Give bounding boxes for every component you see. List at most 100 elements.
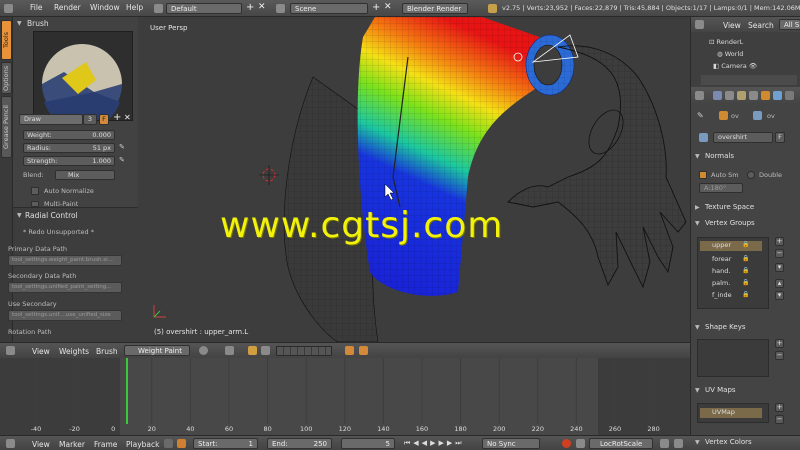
- vertex-groups-collapse-icon[interactable]: ▼: [695, 220, 700, 227]
- lock-icon[interactable]: 🔒: [742, 279, 749, 286]
- editor-type-icon[interactable]: [6, 346, 15, 355]
- normals-collapse-icon[interactable]: ▼: [695, 153, 700, 160]
- scene-context-icon[interactable]: [737, 91, 746, 100]
- double-sided-checkbox[interactable]: [747, 171, 755, 179]
- modifier-context-icon[interactable]: [773, 91, 782, 100]
- outliner-view-menu[interactable]: View: [723, 21, 741, 30]
- timeline-editor[interactable]: -40 -20 0 20 40 60 80 100 120 140 160 180 200 220 240 2…: [0, 358, 690, 435]
- close-scene-icon[interactable]: ✕: [384, 2, 392, 12]
- uv-maps-collapse-icon[interactable]: ▼: [695, 387, 700, 394]
- menu-playback[interactable]: Playback: [126, 440, 159, 449]
- vertex-group-upper[interactable]: upper: [700, 241, 762, 251]
- add-brush-icon[interactable]: +: [113, 112, 121, 123]
- 3d-viewport[interactable]: User Persp (5) overshirt: upper_arm.L: [138, 17, 690, 342]
- secondary-path-field[interactable]: tool_settings.unified_paint_setting...: [8, 282, 122, 293]
- move-up-button[interactable]: ▴: [775, 279, 784, 288]
- menu-weights[interactable]: Weights: [59, 347, 89, 356]
- close-layout-icon[interactable]: ✕: [258, 2, 266, 12]
- scene-dropdown[interactable]: Scene: [290, 3, 368, 14]
- outliner-filter-dropdown[interactable]: All S: [779, 19, 800, 30]
- uv-maps-list[interactable]: UVMap: [697, 403, 769, 423]
- radius-pressure-icon[interactable]: ✎: [119, 143, 125, 151]
- brush-users-count[interactable]: 3: [83, 114, 97, 125]
- outliner-editor-icon[interactable]: [695, 20, 704, 29]
- layers-grid[interactable]: [276, 346, 332, 356]
- vertex-colors-collapse-icon[interactable]: ▼: [695, 439, 700, 446]
- menu-timeline-view[interactable]: View: [32, 440, 50, 449]
- keyframe-type-icon[interactable]: [576, 439, 585, 448]
- current-frame-field[interactable]: 5: [341, 438, 395, 449]
- brush-fake-user-button[interactable]: F: [99, 114, 109, 125]
- tab-options[interactable]: Options: [1, 62, 12, 94]
- tab-tools[interactable]: Tools: [1, 20, 12, 60]
- outliner-item-renderlayers[interactable]: ⊡ RenderL: [709, 38, 743, 46]
- auto-key-icon[interactable]: [562, 439, 571, 448]
- blend-dropdown[interactable]: Mix: [55, 170, 115, 180]
- use-secondary-field[interactable]: tool_settings.unif....use_unified_size: [8, 310, 122, 321]
- playback-controls[interactable]: ⏮◀◀▶▶▶⏭: [404, 439, 465, 448]
- pivot-icon[interactable]: [199, 346, 208, 355]
- shading-icon[interactable]: [225, 346, 234, 355]
- outliner-search-menu[interactable]: Search: [748, 21, 774, 30]
- render-context-icon[interactable]: [713, 91, 722, 100]
- add-scene-icon[interactable]: +: [372, 2, 380, 13]
- menu-marker[interactable]: Marker: [59, 440, 85, 449]
- range-lock-icon[interactable]: [164, 439, 173, 448]
- delete-keyframe-icon[interactable]: [674, 439, 683, 448]
- sync-dropdown[interactable]: No Sync: [482, 438, 540, 449]
- lock-icon[interactable]: 🔒: [742, 267, 749, 274]
- radial-collapse-icon[interactable]: ▼: [17, 212, 22, 219]
- add-uv-map-button[interactable]: +: [775, 403, 784, 412]
- vertex-group-specials-button[interactable]: ▾: [775, 263, 784, 272]
- remove-vertex-group-button[interactable]: −: [775, 249, 784, 258]
- menu-file[interactable]: File: [30, 3, 43, 12]
- end-frame-field[interactable]: End: 250: [267, 438, 332, 449]
- vertex-mask-icon[interactable]: [261, 346, 270, 355]
- collapse-arrow-icon[interactable]: ▼: [17, 20, 22, 27]
- vertex-groups-list[interactable]: upper forear hand. palm. f_inde 🔒 🔒 🔒 🔒 …: [697, 237, 769, 309]
- screen-layout-dropdown[interactable]: Default: [166, 3, 242, 14]
- add-layout-icon[interactable]: +: [246, 2, 254, 13]
- properties-editor-icon[interactable]: [695, 91, 704, 100]
- strength-pressure-icon[interactable]: ✎: [119, 156, 125, 164]
- outliner-next-row[interactable]: [701, 75, 797, 85]
- mesh-fake-user-button[interactable]: F: [775, 132, 785, 143]
- brush-preview[interactable]: [33, 31, 133, 121]
- lock-icon[interactable]: 🔒: [742, 241, 749, 248]
- lock-icon[interactable]: 🔒: [742, 255, 749, 262]
- auto-smooth-checkbox[interactable]: [699, 171, 707, 179]
- render-engine-dropdown[interactable]: Blender Render: [402, 3, 468, 14]
- object-context-icon[interactable]: [761, 91, 770, 100]
- anim-render-icon[interactable]: [359, 346, 368, 355]
- weight-slider[interactable]: Weight: 0.000: [23, 130, 115, 140]
- preview-range-icon[interactable]: [177, 439, 186, 448]
- tab-grease-pencil[interactable]: Grease Pencil: [1, 96, 12, 158]
- radius-slider[interactable]: Radius: 51 px: [23, 143, 115, 153]
- mode-dropdown[interactable]: Weight Paint: [124, 345, 190, 356]
- screen-layout-icon[interactable]: [154, 4, 163, 13]
- scene-icon[interactable]: [276, 4, 285, 13]
- primary-path-field[interactable]: tool_settings.weight_paint.brush.si...: [8, 255, 122, 266]
- menu-brush[interactable]: Brush: [96, 347, 118, 356]
- remove-shape-key-button[interactable]: −: [775, 351, 784, 360]
- render-icon[interactable]: [345, 346, 354, 355]
- data-context-icon[interactable]: [785, 91, 794, 100]
- delete-brush-icon[interactable]: ✕: [124, 113, 131, 122]
- outliner-item-camera[interactable]: ◧ Camera 👁: [713, 62, 757, 70]
- strength-slider[interactable]: Strength: 1.000: [23, 156, 115, 166]
- menu-frame[interactable]: Frame: [94, 440, 117, 449]
- insert-keyframe-icon[interactable]: [660, 439, 669, 448]
- layers-context-icon[interactable]: [725, 91, 734, 100]
- add-vertex-group-button[interactable]: +: [775, 237, 784, 246]
- move-down-button[interactable]: ▾: [775, 291, 784, 300]
- lock-icon[interactable]: 🔒: [742, 291, 749, 298]
- start-frame-field[interactable]: Start: 1: [193, 438, 258, 449]
- smooth-angle-field[interactable]: A:180°: [699, 183, 743, 193]
- menu-help[interactable]: Help: [126, 3, 143, 12]
- keying-set-dropdown[interactable]: LocRotScale: [589, 438, 653, 449]
- pin-icon[interactable]: ✎: [697, 111, 704, 120]
- auto-normalize-checkbox[interactable]: [31, 187, 39, 195]
- menu-window[interactable]: Window: [90, 3, 120, 12]
- menu-view[interactable]: View: [32, 347, 50, 356]
- remove-uv-map-button[interactable]: −: [775, 415, 784, 424]
